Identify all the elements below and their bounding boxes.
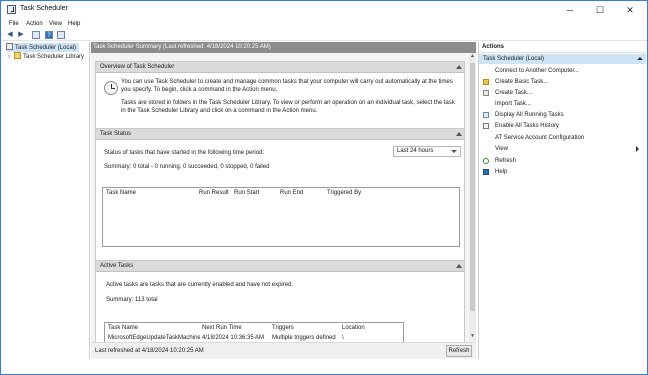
task-scheduler-window: Task Scheduler ─ ☐ ✕ File Action View He… (0, 0, 648, 375)
task-status-grid[interactable]: Task Name Run Result Run Start Run End T… (102, 187, 460, 247)
task-scheduler-app-icon (7, 5, 16, 14)
running-tasks-icon (483, 112, 489, 118)
help-icon (483, 169, 489, 175)
folder-icon (14, 52, 21, 59)
menu-action[interactable]: Action (26, 19, 43, 29)
navigation-tree: Task Scheduler (Local) › Task Scheduler L… (3, 42, 90, 359)
action-at-service-account[interactable]: AT Service Account Configuration (483, 133, 641, 143)
chevron-down-icon (451, 150, 457, 153)
actions-header: Actions (479, 42, 646, 53)
scrollbar-thumb[interactable] (470, 63, 475, 311)
submenu-arrow-icon (636, 146, 639, 152)
action-connect-to-another-computer[interactable]: Connect to Another Computer... (483, 66, 641, 76)
summary-scrollbar[interactable]: ▲ ▼ (469, 53, 476, 341)
column-header-run-result[interactable]: Run Result (199, 189, 229, 198)
close-button[interactable]: ✕ (615, 2, 645, 18)
back-arrow-icon[interactable]: ◀ (6, 31, 14, 39)
collapse-icon[interactable] (456, 65, 462, 70)
active-tasks-section: Active Tasks Active tasks are tasks that… (95, 260, 465, 343)
title-bar: Task Scheduler ─ ☐ ✕ (1, 1, 647, 19)
collapse-icon[interactable] (637, 57, 643, 60)
history-icon (483, 123, 489, 129)
maximize-button[interactable]: ☐ (585, 2, 615, 18)
menu-file[interactable]: File (9, 19, 19, 29)
overview-paragraph-1: You can use Task Scheduler to create and… (121, 79, 453, 93)
column-header-run-start[interactable]: Run Start (234, 189, 259, 198)
refresh-button[interactable]: Refresh (446, 345, 472, 357)
menu-help[interactable]: Help (68, 19, 80, 29)
active-tasks-summary: Summary: 113 total (106, 297, 158, 303)
create-basic-task-icon (483, 79, 489, 85)
task-status-section: Task Status Status of tasks that have st… (95, 128, 465, 261)
tree-item-task-scheduler-library[interactable]: › Task Scheduler Library (8, 52, 84, 61)
collapse-icon[interactable] (456, 132, 462, 137)
task-status-section-header[interactable]: Task Status (96, 129, 464, 140)
actions-pane: Actions Task Scheduler (Local) Connect t… (478, 42, 646, 359)
action-display-running-tasks[interactable]: Display All Running Tasks (483, 110, 641, 120)
column-header-location[interactable]: Location (342, 324, 365, 333)
action-view[interactable]: View (483, 144, 641, 154)
refresh-icon (483, 158, 489, 164)
panel-icon[interactable] (32, 31, 40, 39)
status-bar: Last refreshed at 4/18/2024 10:20:25 AM … (91, 342, 476, 358)
column-header-run-end[interactable]: Run End (280, 189, 303, 198)
window-bottom-edge (1, 359, 647, 374)
column-header-triggered-by[interactable]: Triggered By (327, 189, 361, 198)
last-refreshed-text: Last refreshed at 4/18/2024 10:20:25 AM (95, 348, 204, 354)
scroll-up-icon[interactable]: ▲ (470, 54, 475, 59)
window-title: Task Scheduler (20, 5, 68, 12)
help-icon[interactable]: ? (45, 31, 53, 39)
action-create-basic-task[interactable]: Create Basic Task... (483, 77, 641, 87)
panel-alt-icon[interactable] (57, 31, 65, 39)
status-period-label: Status of tasks that have started in the… (104, 150, 265, 156)
time-period-dropdown[interactable]: Last 24 hours (393, 146, 461, 157)
column-header-task-name[interactable]: Task Name (108, 324, 138, 333)
collapse-icon[interactable] (456, 264, 462, 269)
minimize-button[interactable]: ─ (555, 2, 585, 18)
action-import-task[interactable]: Import Task... (483, 99, 641, 109)
column-header-task-name[interactable]: Task Name (106, 189, 136, 198)
summary-header: Task Scheduler Summary (Last refreshed: … (91, 42, 476, 53)
menu-view[interactable]: View (49, 19, 62, 29)
menu-bar: File Action View Help (1, 19, 647, 29)
tree-item-task-scheduler-local[interactable]: Task Scheduler (Local) (6, 43, 80, 52)
summary-pane: Task Scheduler Summary (Last refreshed: … (91, 42, 476, 359)
task-scheduler-clock-icon (104, 81, 118, 95)
actions-subheader[interactable]: Task Scheduler (Local) (479, 54, 646, 64)
overview-section-header[interactable]: Overview of Task Scheduler (96, 62, 464, 73)
active-tasks-description: Active tasks are tasks that are currentl… (106, 282, 294, 288)
active-tasks-grid[interactable]: Task Name Next Run Time Triggers Locatio… (104, 322, 404, 343)
clock-icon (6, 43, 13, 50)
action-refresh[interactable]: Refresh (483, 156, 641, 166)
toolbar: ◀ ▶ ? (1, 29, 647, 41)
scroll-down-icon[interactable]: ▼ (470, 334, 475, 339)
create-task-icon (483, 90, 489, 96)
column-header-triggers[interactable]: Triggers (272, 324, 294, 333)
status-summary: Summary: 0 total - 0 running, 0 succeede… (104, 164, 270, 170)
action-create-task[interactable]: Create Task... (483, 88, 641, 98)
overview-paragraph-2: Tasks are stored in folders in the Task … (121, 100, 455, 114)
action-help[interactable]: Help (483, 167, 641, 177)
forward-arrow-icon[interactable]: ▶ (17, 31, 25, 39)
column-header-next-run-time[interactable]: Next Run Time (202, 324, 242, 333)
active-tasks-section-header[interactable]: Active Tasks (96, 261, 464, 272)
action-enable-tasks-history[interactable]: Enable All Tasks History (483, 121, 641, 131)
